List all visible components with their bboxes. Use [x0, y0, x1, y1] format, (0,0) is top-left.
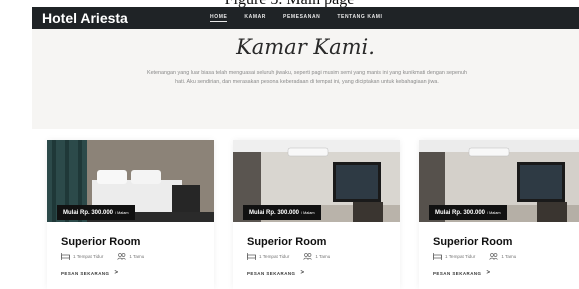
- nav-pemesanan[interactable]: PEMESANAN: [283, 14, 320, 22]
- room-name: Superior Room: [247, 236, 327, 248]
- room-card: Mulai Rp. 300.000 / Malam Superior Room …: [233, 140, 400, 289]
- price-unit: / Malam: [115, 210, 129, 215]
- bed-icon: [61, 253, 70, 260]
- hero-section: Kamar Kami. Ketenangan yang luar biasa t…: [32, 29, 579, 129]
- room-photo: Mulai Rp. 300.000 / Malam: [419, 140, 579, 222]
- nav-tentang-kami[interactable]: TENTANG KAMI: [337, 14, 382, 22]
- nav-home[interactable]: HOME: [210, 14, 228, 22]
- page-title: Kamar Kami.: [236, 35, 375, 59]
- room-name: Superior Room: [433, 236, 513, 248]
- bed-count: 1 Tempat Tidur: [73, 254, 104, 259]
- price-unit: / Malam: [487, 210, 501, 215]
- chevron-right-icon: >: [114, 270, 119, 276]
- room-features: 1 Tempat Tidur 1 Tamu: [61, 253, 144, 260]
- price-text: Mulai Rp. 300.000: [435, 209, 486, 216]
- bed-icon: [247, 253, 256, 260]
- brand-logo[interactable]: Hotel Ariesta: [42, 10, 210, 26]
- room-card: Mulai Rp. 300.000 / Malam Superior Room …: [419, 140, 579, 289]
- book-now-label: PESAN SEKARANG: [433, 270, 482, 276]
- hero-description: Ketenangan yang luar biasa telah menguas…: [146, 70, 468, 85]
- price-text: Mulai Rp. 300.000: [249, 209, 300, 216]
- guest-count: 1 Tamu: [315, 254, 331, 259]
- room-card: Mulai Rp. 300.000 / Malam Superior Room …: [47, 140, 214, 289]
- price-badge: Mulai Rp. 300.000 / Malam: [57, 205, 135, 220]
- guest-icon: [489, 253, 499, 260]
- guest-count: 1 Tamu: [501, 254, 517, 259]
- bed-count: 1 Tempat Tidur: [259, 254, 290, 259]
- nav-links: HOME KAMAR PEMESANAN TENTANG KAMI: [210, 14, 383, 22]
- navbar: Hotel Ariesta HOME KAMAR PEMESANAN TENTA…: [32, 7, 579, 29]
- chevron-right-icon: >: [486, 270, 491, 276]
- guest-icon: [303, 253, 313, 260]
- price-text: Mulai Rp. 300.000: [63, 209, 114, 216]
- book-now-link[interactable]: PESAN SEKARANG >: [433, 270, 491, 276]
- room-name: Superior Room: [61, 236, 141, 248]
- price-unit: / Malam: [301, 210, 315, 215]
- nav-kamar[interactable]: KAMAR: [244, 14, 266, 22]
- room-photo: Mulai Rp. 300.000 / Malam: [233, 140, 400, 222]
- book-now-label: PESAN SEKARANG: [247, 270, 296, 276]
- book-now-label: PESAN SEKARANG: [61, 270, 110, 276]
- guest-count: 1 Tamu: [129, 254, 145, 259]
- price-badge: Mulai Rp. 300.000 / Malam: [243, 205, 321, 220]
- room-photo: Mulai Rp. 300.000 / Malam: [47, 140, 214, 222]
- room-features: 1 Tempat Tidur 1 Tamu: [433, 253, 516, 260]
- book-now-link[interactable]: PESAN SEKARANG >: [247, 270, 305, 276]
- guest-icon: [117, 253, 127, 260]
- price-badge: Mulai Rp. 300.000 / Malam: [429, 205, 507, 220]
- bed-count: 1 Tempat Tidur: [445, 254, 476, 259]
- book-now-link[interactable]: PESAN SEKARANG >: [61, 270, 119, 276]
- room-features: 1 Tempat Tidur 1 Tamu: [247, 253, 330, 260]
- bed-icon: [433, 253, 442, 260]
- chevron-right-icon: >: [300, 270, 305, 276]
